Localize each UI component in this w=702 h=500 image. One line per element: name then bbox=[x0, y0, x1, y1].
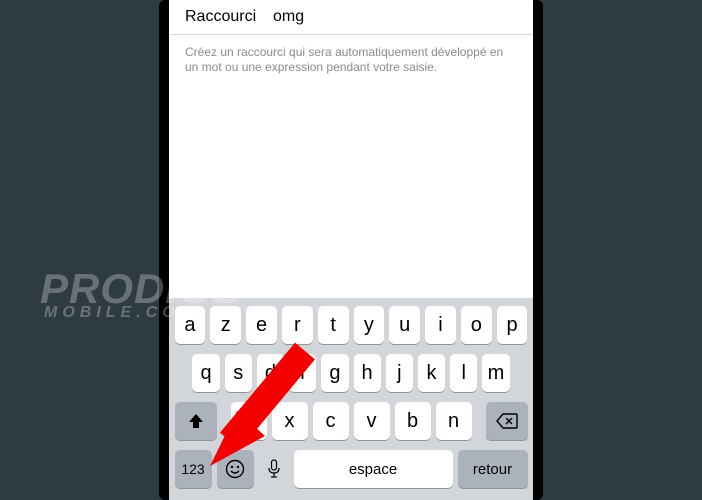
keyboard: a z e r t y u i o p q s d f g h j k l bbox=[169, 298, 533, 500]
key-f[interactable]: f bbox=[289, 354, 316, 392]
key-g[interactable]: g bbox=[321, 354, 348, 392]
help-text: Créez un raccourci qui sera automatiquem… bbox=[169, 35, 533, 75]
shortcut-row[interactable]: Raccourci bbox=[169, 0, 533, 35]
microphone-icon bbox=[267, 459, 281, 479]
shortcut-label: Raccourci bbox=[185, 8, 273, 26]
screen: Raccourci Créez un raccourci qui sera au… bbox=[169, 0, 533, 500]
key-w[interactable]: w bbox=[231, 402, 267, 440]
key-i[interactable]: i bbox=[425, 306, 456, 344]
keyboard-row-4: 123 espace retour bbox=[169, 450, 533, 488]
key-o[interactable]: o bbox=[461, 306, 492, 344]
key-b[interactable]: b bbox=[395, 402, 431, 440]
backspace-icon bbox=[496, 413, 518, 429]
key-n[interactable]: n bbox=[436, 402, 472, 440]
key-e[interactable]: e bbox=[246, 306, 277, 344]
key-z[interactable]: z bbox=[210, 306, 241, 344]
key-q[interactable]: q bbox=[192, 354, 219, 392]
shortcut-input[interactable] bbox=[273, 8, 517, 26]
key-p[interactable]: p bbox=[497, 306, 528, 344]
key-j[interactable]: j bbox=[386, 354, 413, 392]
key-l[interactable]: l bbox=[450, 354, 477, 392]
key-y[interactable]: y bbox=[354, 306, 385, 344]
keyboard-row-3: w x c v b n bbox=[169, 402, 533, 440]
key-c[interactable]: c bbox=[313, 402, 349, 440]
key-u[interactable]: u bbox=[389, 306, 420, 344]
keyboard-row-2: q s d f g h j k l m bbox=[169, 354, 533, 392]
key-a[interactable]: a bbox=[175, 306, 206, 344]
return-key[interactable]: retour bbox=[458, 450, 528, 488]
numbers-key[interactable]: 123 bbox=[175, 450, 212, 488]
key-r[interactable]: r bbox=[282, 306, 313, 344]
phone-frame: Raccourci Créez un raccourci qui sera au… bbox=[159, 0, 543, 500]
keyboard-row-1: a z e r t y u i o p bbox=[169, 306, 533, 344]
shift-icon bbox=[187, 412, 205, 430]
key-d[interactable]: d bbox=[257, 354, 284, 392]
key-v[interactable]: v bbox=[354, 402, 390, 440]
key-x[interactable]: x bbox=[272, 402, 308, 440]
space-key[interactable]: espace bbox=[294, 450, 453, 488]
backspace-key[interactable] bbox=[486, 402, 528, 440]
emoji-icon bbox=[225, 459, 245, 479]
shift-key[interactable] bbox=[175, 402, 217, 440]
key-m[interactable]: m bbox=[482, 354, 509, 392]
key-h[interactable]: h bbox=[354, 354, 381, 392]
form-area: Raccourci Créez un raccourci qui sera au… bbox=[169, 0, 533, 298]
key-t[interactable]: t bbox=[318, 306, 349, 344]
emoji-key[interactable] bbox=[217, 450, 254, 488]
key-k[interactable]: k bbox=[418, 354, 445, 392]
dictation-key[interactable] bbox=[259, 450, 289, 488]
key-s[interactable]: s bbox=[225, 354, 252, 392]
